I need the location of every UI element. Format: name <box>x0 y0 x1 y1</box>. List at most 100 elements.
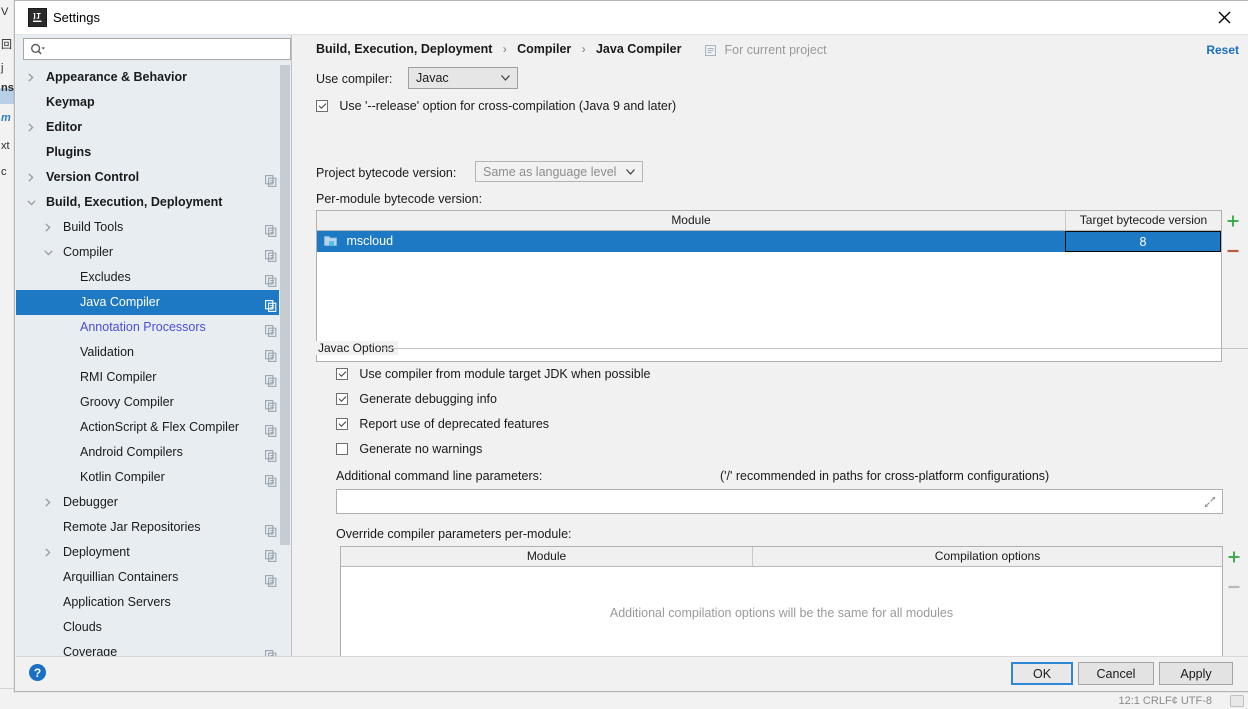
column-header-module[interactable]: Module <box>317 211 1065 230</box>
sidebar-scrollbar-thumb[interactable] <box>280 65 290 545</box>
chevron-right-icon[interactable] <box>41 490 55 515</box>
sidebar-item-compiler[interactable]: Compiler <box>16 240 291 265</box>
chevron-right-icon[interactable] <box>41 215 55 240</box>
sidebar-item-label: Annotation Processors <box>80 320 206 334</box>
breadcrumb: Build, Execution, Deployment › Compiler … <box>316 42 681 56</box>
search-input[interactable] <box>52 41 288 60</box>
module-bytecode-table[interactable]: Module Target bytecode version mscloud 8 <box>316 210 1222 362</box>
additional-params-input[interactable] <box>336 489 1223 514</box>
sidebar-item-build-tools[interactable]: Build Tools <box>16 215 291 240</box>
chevron-down-icon[interactable] <box>24 190 38 215</box>
sidebar-item-excludes[interactable]: Excludes <box>16 265 291 290</box>
table-cell-module-name: mscloud <box>346 234 394 248</box>
sidebar-scrollbar[interactable] <box>279 65 291 656</box>
checkbox-box[interactable] <box>336 368 348 380</box>
for-current-project-text: For current project <box>724 43 827 57</box>
chevron-right-icon[interactable] <box>24 115 38 140</box>
column-header-target-bytecode-version[interactable]: Target bytecode version <box>1065 211 1221 230</box>
copy-settings-icon[interactable] <box>265 646 277 656</box>
chevron-right-icon[interactable] <box>24 165 38 190</box>
sidebar-item-label: Remote Jar Repositories <box>63 520 201 534</box>
sidebar-item-kotlin-compiler[interactable]: Kotlin Compiler <box>16 465 291 490</box>
column-header-compilation-options[interactable]: Compilation options <box>752 547 1222 566</box>
sidebar-item-actionscript-flex-compiler[interactable]: ActionScript & Flex Compiler <box>16 415 291 440</box>
search-icon <box>30 43 46 60</box>
sidebar-item-java-compiler[interactable]: Java Compiler <box>16 290 291 315</box>
override-compiler-params-table[interactable]: Module Compilation options Additional co… <box>340 546 1223 673</box>
sidebar-item-version-control[interactable]: Version Control <box>16 165 291 190</box>
chevron-right-icon[interactable] <box>41 540 55 565</box>
use-module-jdk-compiler-checkbox[interactable]: Use compiler from module target JDK when… <box>336 367 650 381</box>
sidebar-item-arquillian-containers[interactable]: Arquillian Containers <box>16 565 291 590</box>
expand-icon[interactable] <box>1204 496 1216 511</box>
table-header-row: Module Compilation options <box>341 547 1222 567</box>
sidebar-item-appearance-behavior[interactable]: Appearance & Behavior <box>16 65 291 90</box>
column-header-module[interactable]: Module <box>341 547 752 566</box>
sidebar-item-rmi-compiler[interactable]: RMI Compiler <box>16 365 291 390</box>
chevron-right-icon[interactable] <box>24 65 38 90</box>
close-icon[interactable] <box>1201 1 1247 33</box>
use-module-jdk-compiler-label: Use compiler from module target JDK when… <box>359 367 651 381</box>
sidebar-item-label: Validation <box>80 345 134 359</box>
cancel-button[interactable]: Cancel <box>1078 662 1154 685</box>
report-deprecated-checkbox[interactable]: Report use of deprecated features <box>336 417 549 431</box>
checkbox-box[interactable] <box>336 443 348 455</box>
checkbox-box[interactable] <box>316 100 328 112</box>
sidebar-item-label: Plugins <box>46 145 92 159</box>
generate-debugging-info-checkbox[interactable]: Generate debugging info <box>336 392 497 406</box>
sidebar-item-label: Keymap <box>46 95 95 109</box>
breadcrumb-item[interactable]: Java Compiler <box>596 42 681 56</box>
dialog-footer: ? OK Cancel Apply <box>16 656 1248 690</box>
sidebar-item-debugger[interactable]: Debugger <box>16 490 291 515</box>
search-box[interactable] <box>23 38 291 60</box>
sidebar-item-editor[interactable]: Editor <box>16 115 291 140</box>
sidebar-item-label: Clouds <box>63 620 102 634</box>
checkbox-box[interactable] <box>336 393 348 405</box>
table-cell-target-bytecode-version[interactable]: 8 <box>1065 231 1221 252</box>
remove-override-button[interactable] <box>1223 576 1245 598</box>
sidebar-item-plugins[interactable]: Plugins <box>16 140 291 165</box>
generate-no-warnings-checkbox[interactable]: Generate no warnings <box>336 442 482 456</box>
sidebar-item-label: Kotlin Compiler <box>80 470 165 484</box>
breadcrumb-separator-icon: › <box>502 42 507 56</box>
sidebar-item-coverage[interactable]: Coverage <box>16 640 291 656</box>
remove-module-button[interactable] <box>1222 240 1244 262</box>
checkbox-box[interactable] <box>336 418 348 430</box>
dialog-title: Settings <box>53 10 100 25</box>
sidebar-item-label: Editor <box>46 120 83 134</box>
sidebar-item-groovy-compiler[interactable]: Groovy Compiler <box>16 390 291 415</box>
dialog-titlebar: Settings <box>15 1 1248 35</box>
add-override-button[interactable] <box>1223 546 1245 568</box>
sidebar-item-application-servers[interactable]: Application Servers <box>16 590 291 615</box>
settings-dialog: Settings Appearance & Behavior Keymap Ed… <box>14 0 1248 692</box>
sidebar-item-label: Appearance & Behavior <box>46 70 188 84</box>
settings-sidebar: Appearance & Behavior Keymap Editor Plugins… <box>16 35 291 656</box>
settings-tree: Appearance & Behavior Keymap Editor Plugins… <box>16 65 291 656</box>
breadcrumb-item[interactable]: Compiler <box>517 42 571 56</box>
use-compiler-label: Use compiler: <box>316 72 393 86</box>
breadcrumb-item[interactable]: Build, Execution, Deployment <box>316 42 492 56</box>
sidebar-item-android-compilers[interactable]: Android Compilers <box>16 440 291 465</box>
sidebar-item-label: ActionScript & Flex Compiler <box>80 420 240 434</box>
help-icon[interactable]: ? <box>29 664 46 681</box>
sidebar-item-deployment[interactable]: Deployment <box>16 540 291 565</box>
ide-resize-grip[interactable] <box>1230 695 1244 707</box>
chevron-down-icon[interactable] <box>41 240 55 265</box>
sidebar-item-build-execution-deployment[interactable]: Build, Execution, Deployment <box>16 190 291 215</box>
project-bytecode-dropdown[interactable]: Same as language level <box>475 161 643 182</box>
add-module-button[interactable] <box>1222 210 1244 232</box>
apply-button[interactable]: Apply <box>1159 662 1233 685</box>
sidebar-item-annotation-processors[interactable]: Annotation Processors <box>16 315 291 340</box>
project-bytecode-value: Same as language level <box>483 165 617 179</box>
sidebar-item-clouds[interactable]: Clouds <box>16 615 291 640</box>
sidebar-item-keymap[interactable]: Keymap <box>16 90 291 115</box>
reset-link[interactable]: Reset <box>1206 43 1239 57</box>
table-row[interactable]: mscloud 8 <box>317 231 1221 252</box>
use-release-option-checkbox[interactable]: Use '--release' option for cross-compila… <box>316 99 676 113</box>
use-compiler-dropdown[interactable]: Javac <box>408 67 518 89</box>
ok-button[interactable]: OK <box>1011 662 1073 685</box>
sidebar-item-remote-jar-repositories[interactable]: Remote Jar Repositories <box>16 515 291 540</box>
sidebar-item-validation[interactable]: Validation <box>16 340 291 365</box>
project-scope-icon <box>705 45 719 59</box>
ide-left-fragment: j <box>1 62 4 74</box>
